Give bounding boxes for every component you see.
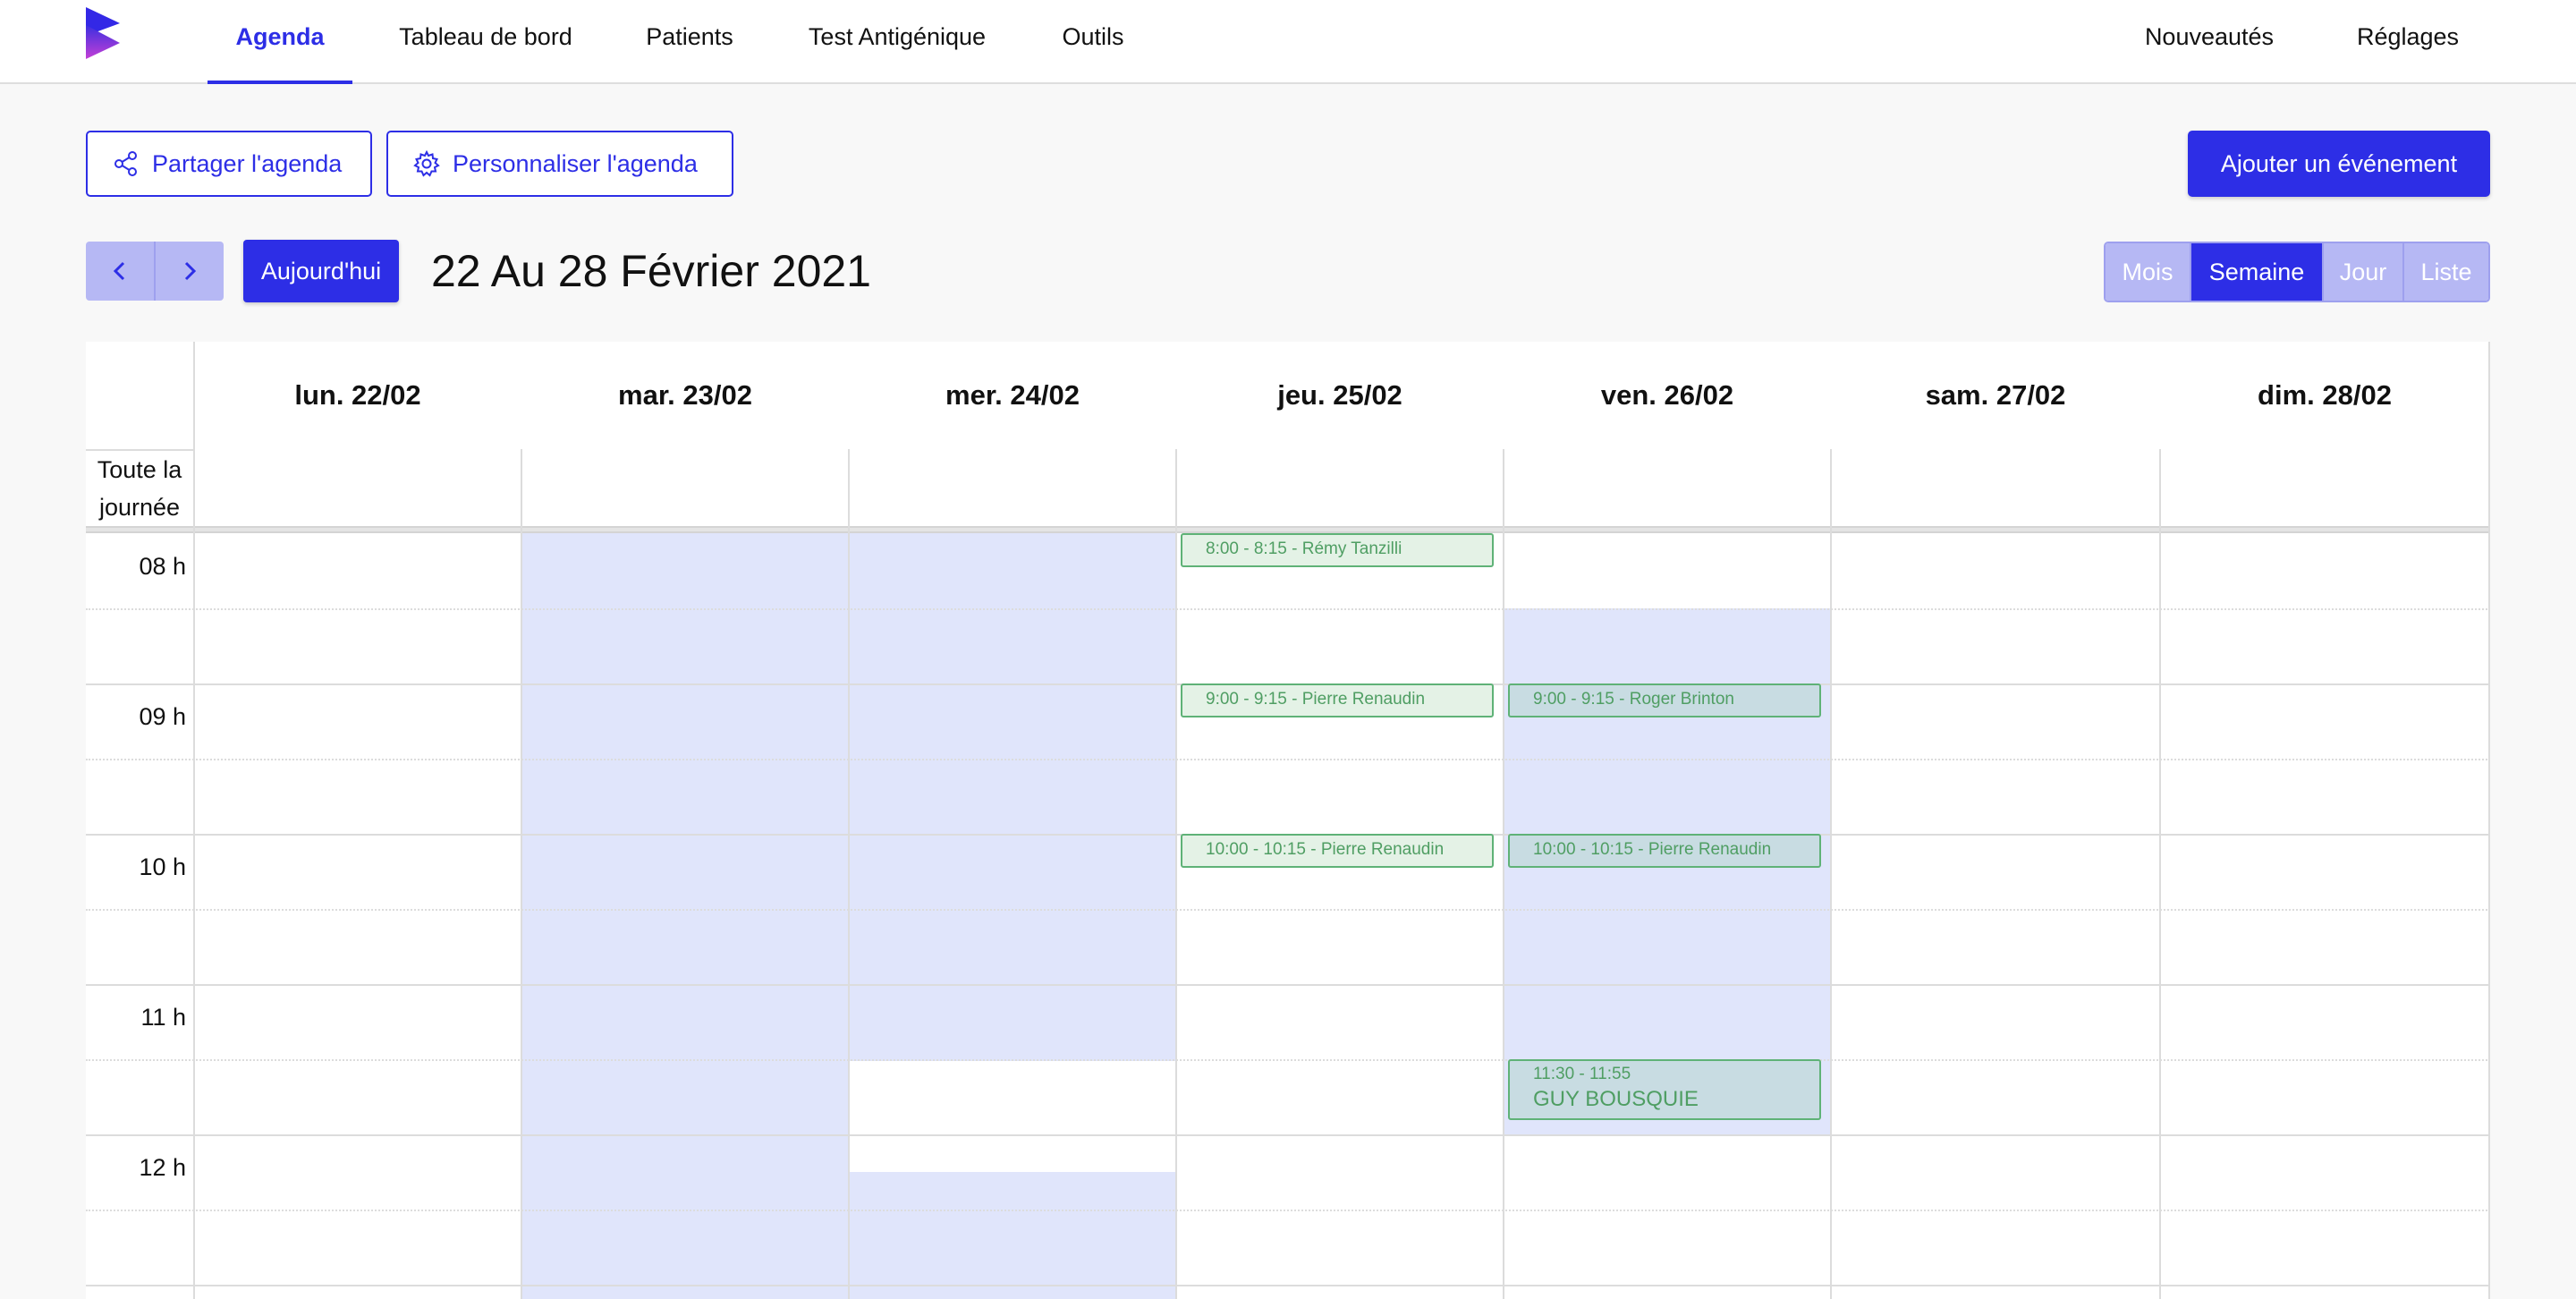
hour-label: 09 h: [139, 703, 186, 730]
previous-week-button[interactable]: [86, 242, 154, 301]
view-week-button[interactable]: Semaine: [2190, 243, 2322, 301]
availability-slot: [850, 1172, 1177, 1299]
event-time: 11:30 - 11:55: [1533, 1065, 1631, 1083]
nav-antigen-test[interactable]: Test Antigénique: [787, 0, 1007, 84]
calendar-event[interactable]: 10:00 - 10:15 - Pierre Renaudin: [1508, 834, 1821, 868]
hour-label: 08 h: [139, 553, 186, 580]
week-calendar: lun. 22/02 mar. 23/02 mer. 24/02 jeu. 25…: [86, 342, 2490, 1299]
day-header[interactable]: jeu. 25/02: [1177, 342, 1503, 449]
next-week-button[interactable]: [154, 242, 224, 301]
view-list-button[interactable]: Liste: [2402, 243, 2488, 301]
nav-agenda[interactable]: Agenda: [208, 0, 352, 84]
day-header[interactable]: mar. 23/02: [522, 342, 848, 449]
calendar-event[interactable]: 9:00 - 9:15 - Roger Brinton: [1508, 683, 1821, 717]
availability-slot: [850, 533, 1177, 1061]
customize-agenda-button[interactable]: Personnaliser l'agenda: [386, 131, 733, 197]
view-switcher: Mois Semaine Jour Liste: [2104, 242, 2490, 302]
nav-whats-new[interactable]: Nouveautés: [2127, 0, 2292, 84]
nav-settings[interactable]: Réglages: [2342, 0, 2474, 84]
today-button[interactable]: Aujourd'hui: [243, 240, 399, 302]
view-month-button[interactable]: Mois: [2106, 243, 2190, 301]
all-day-label: Toute la journée: [86, 449, 193, 526]
calendar-event[interactable]: 11:30 - 11:55 GUY BOUSQUIE: [1508, 1059, 1821, 1120]
share-agenda-label: Partager l'agenda: [152, 149, 343, 177]
day-header[interactable]: dim. 28/02: [2161, 342, 2488, 449]
day-header[interactable]: mer. 24/02: [850, 342, 1175, 449]
top-navigation: Agenda Tableau de bord Patients Test Ant…: [0, 0, 2576, 84]
nav-tools[interactable]: Outils: [1038, 0, 1148, 84]
calendar-event[interactable]: 8:00 - 8:15 - Rémy Tanzilli: [1181, 533, 1494, 567]
calendar-event[interactable]: 9:00 - 9:15 - Pierre Renaudin: [1181, 683, 1494, 717]
availability-slot: [522, 533, 850, 1299]
chevron-left-icon: [113, 261, 125, 281]
day-header[interactable]: ven. 26/02: [1504, 342, 1830, 449]
hour-label: 10 h: [139, 853, 186, 880]
app-logo[interactable]: [84, 5, 123, 61]
hour-label: 12 h: [139, 1154, 186, 1181]
day-header[interactable]: sam. 27/02: [1832, 342, 2159, 449]
calendar-event[interactable]: 10:00 - 10:15 - Pierre Renaudin: [1181, 834, 1494, 868]
date-range-title: 22 Au 28 Février 2021: [431, 246, 871, 296]
gear-icon: [413, 150, 440, 177]
event-title: GUY BOUSQUIE: [1533, 1087, 1699, 1111]
nav-dashboard[interactable]: Tableau de bord: [376, 0, 596, 84]
chevron-right-icon: [184, 261, 197, 281]
view-day-button[interactable]: Jour: [2322, 243, 2402, 301]
nav-patients[interactable]: Patients: [626, 0, 753, 84]
week-navigation: [86, 242, 224, 301]
day-header[interactable]: lun. 22/02: [195, 342, 521, 449]
add-event-button[interactable]: Ajouter un événement: [2188, 131, 2490, 197]
hour-label: 11 h: [140, 1004, 186, 1031]
share-icon: [114, 151, 137, 176]
customize-agenda-label: Personnaliser l'agenda: [453, 149, 698, 177]
share-agenda-button[interactable]: Partager l'agenda: [86, 131, 372, 197]
